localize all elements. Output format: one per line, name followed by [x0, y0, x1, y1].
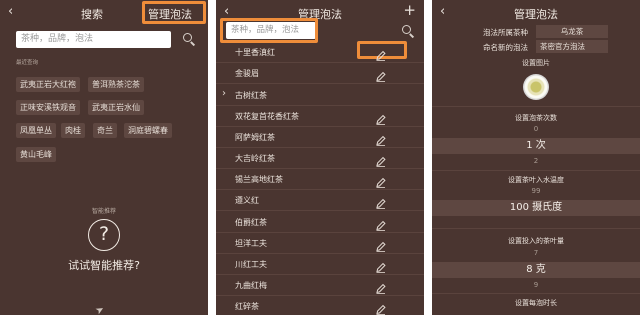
item-name: 坦洋工夫	[235, 239, 267, 248]
image-label: 设置图片	[522, 59, 550, 67]
item-name: 红碎茶	[235, 302, 259, 311]
highlight-box	[142, 1, 206, 24]
picker-prev-value[interactable]: 99	[432, 187, 640, 195]
item-name: 古树红茶	[235, 91, 267, 100]
item-name: 双花复首花香红茶	[235, 112, 299, 121]
list-item[interactable]: 十里香滇红	[216, 42, 424, 63]
history-tag[interactable]: 奇兰	[93, 123, 117, 138]
item-name: 十里香滇红	[235, 48, 275, 57]
list-item[interactable]: › 古树红茶	[216, 85, 424, 106]
list-item[interactable]: 坦洋工夫	[216, 233, 424, 254]
picker-next-value[interactable]: 2	[432, 157, 640, 165]
smart-recommend-button[interactable]: 试试智能推荐?	[0, 257, 208, 273]
divider	[432, 293, 640, 294]
list-item[interactable]: 九曲红梅	[216, 275, 424, 296]
tea-type-select[interactable]: 乌龙茶	[536, 25, 608, 38]
picker-prev-value[interactable]: 0	[432, 125, 640, 133]
history-tag[interactable]: 普洱熟茶沱茶	[88, 77, 144, 92]
item-name: 伯爵红茶	[235, 218, 267, 227]
brew-count-picker[interactable]: 1 次	[432, 138, 640, 154]
brew-count-label: 设置泡茶次数	[515, 114, 557, 122]
edit-icon[interactable]	[376, 194, 386, 209]
manage-list-screen: ‹ 管理泡法 + 茶种，品牌，泡法 十里香滇红 金骏眉 › 古树红茶 双花复首花香…	[216, 0, 424, 315]
temperature-picker[interactable]: 100 摄氏度	[432, 200, 640, 216]
list-item[interactable]: 双花复首花香红茶	[216, 106, 424, 127]
edit-icon[interactable]	[376, 46, 386, 61]
steep-time-label: 设置每泡时长	[515, 299, 557, 307]
brew-name-label: 命名新的泡法	[483, 43, 528, 52]
search-screen: ‹ 搜索 管理泡法 茶种，品牌，泡法 最近查询 武夷正岩大红袍 普洱熟茶沱茶 正…	[0, 0, 208, 315]
tea-type-row: 泡法所属茶种 乌龙茶	[432, 25, 640, 38]
edit-icon[interactable]	[376, 67, 386, 82]
screenshot-collage: ‹ 搜索 管理泡法 茶种，品牌，泡法 最近查询 武夷正岩大红袍 普洱熟茶沱茶 正…	[0, 0, 640, 315]
history-tag[interactable]: 凤凰单丛	[16, 123, 56, 138]
divider	[432, 228, 640, 229]
list-item[interactable]: 红碎茶	[216, 296, 424, 315]
send-icon[interactable]: ➤	[94, 304, 107, 315]
add-icon[interactable]: +	[403, 1, 416, 19]
list-item[interactable]: 金骏眉	[216, 63, 424, 84]
item-name: 金骏眉	[235, 69, 259, 78]
tea-image[interactable]	[523, 74, 549, 100]
tea-type-label: 泡法所属茶种	[483, 28, 528, 37]
divider	[432, 106, 640, 107]
history-tag[interactable]: 黄山毛峰	[16, 147, 56, 162]
edit-icon[interactable]	[376, 258, 386, 273]
picker-prev-value[interactable]: 7	[432, 249, 640, 257]
question-icon[interactable]: ?	[88, 219, 120, 251]
edit-brew-screen: ‹ 管理泡法 泡法所属茶种 乌龙茶 命名新的泡法 茶密官方泡法 设置图片 设置泡…	[432, 0, 640, 315]
history-tag[interactable]: 正味安溪铁观音	[16, 100, 80, 115]
temperature-label: 设置茶叶入水温度	[508, 176, 564, 184]
edit-icon[interactable]	[376, 152, 386, 167]
brew-name-row: 命名新的泡法 茶密官方泡法	[432, 40, 640, 53]
edit-icon[interactable]	[376, 279, 386, 294]
list-item[interactable]: 阿萨姆红茶	[216, 127, 424, 148]
divider	[432, 170, 640, 171]
list-item[interactable]: 锡兰高地红茶	[216, 169, 424, 190]
list-item[interactable]: 川红工夫	[216, 254, 424, 275]
amount-picker[interactable]: 8 克	[432, 262, 640, 278]
item-name: 大吉岭红茶	[235, 154, 275, 163]
item-name: 锡兰高地红茶	[235, 175, 283, 184]
edit-icon[interactable]	[376, 300, 386, 315]
edit-icon[interactable]	[376, 131, 386, 146]
edit-icon[interactable]	[376, 110, 386, 125]
page-title: 管理泡法	[514, 8, 558, 21]
list-item[interactable]: 大吉岭红茶	[216, 148, 424, 169]
history-label: 最近查询	[16, 60, 39, 66]
history-tag[interactable]: 武夷正岩大红袍	[16, 77, 80, 92]
edit-icon[interactable]	[376, 237, 386, 252]
item-name: 九曲红梅	[235, 281, 267, 290]
search-icon[interactable]	[183, 33, 196, 46]
chevron-right-icon[interactable]: ›	[222, 88, 226, 99]
amount-label: 设置投入的茶叶量	[508, 237, 564, 245]
edit-icon[interactable]	[376, 216, 386, 231]
item-name: 阿萨姆红茶	[235, 133, 275, 142]
brew-name-input[interactable]: 茶密官方泡法	[536, 40, 608, 53]
edit-icon[interactable]	[376, 173, 386, 188]
history-tag[interactable]: 武夷正岩水仙	[88, 100, 144, 115]
item-name: 遵义红	[235, 196, 259, 205]
header: ‹ 管理泡法	[432, 0, 640, 26]
history-tag[interactable]: 肉桂	[61, 123, 85, 138]
history-tag[interactable]: 洞庭碧螺春	[124, 123, 172, 138]
search-icon[interactable]	[402, 25, 415, 38]
list-item[interactable]: 遵义红	[216, 190, 424, 211]
item-name: 川红工夫	[235, 260, 267, 269]
picker-next-value[interactable]: 9	[432, 281, 640, 289]
list-item[interactable]: 伯爵红茶	[216, 212, 424, 233]
search-input[interactable]: 茶种，品牌，泡法	[16, 31, 171, 48]
highlight-box	[220, 18, 318, 43]
smart-recommend-label: 智能推荐	[91, 208, 116, 215]
